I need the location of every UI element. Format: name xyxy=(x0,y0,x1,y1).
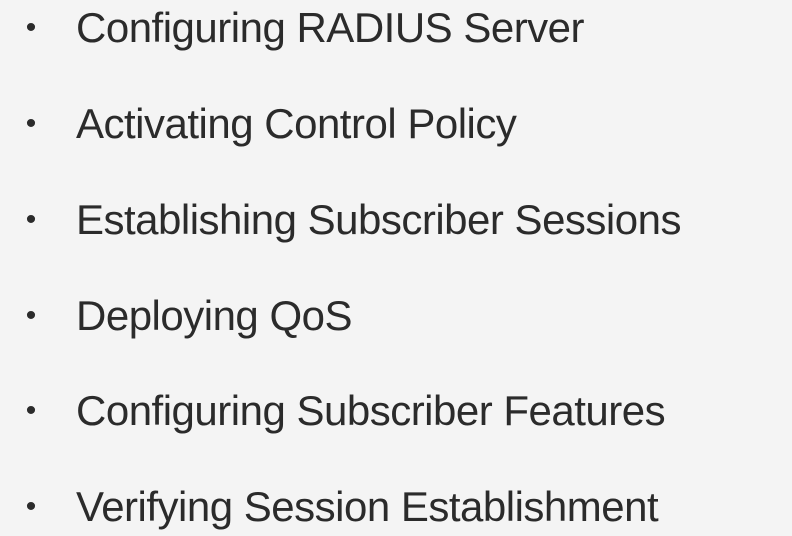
list-item-label: Configuring RADIUS Server xyxy=(76,4,585,51)
bullet-icon: • xyxy=(25,203,37,236)
bullet-icon: • xyxy=(25,107,37,140)
list-item: • Configuring Subscriber Features xyxy=(0,381,792,441)
bullet-icon: • xyxy=(25,299,37,332)
list-item: • Establishing Subscriber Sessions xyxy=(0,190,792,250)
bullet-icon: • xyxy=(25,11,37,44)
list-item-label: Establishing Subscriber Sessions xyxy=(76,196,681,243)
list-item: • Activating Control Policy xyxy=(0,94,792,154)
list-item-label: Verifying Session Establishment xyxy=(76,483,659,530)
list-item: • Verifying Session Establishment xyxy=(0,477,792,536)
slide: • Configuring RADIUS Server • Activating… xyxy=(0,0,792,536)
list-item-label: Configuring Subscriber Features xyxy=(76,387,666,434)
list-item: • Deploying QoS xyxy=(0,286,792,346)
bullet-icon: • xyxy=(25,394,37,427)
list-item: • Configuring RADIUS Server xyxy=(0,0,792,58)
list-item-label: Activating Control Policy xyxy=(76,100,517,147)
bullet-icon: • xyxy=(25,490,37,523)
list-item-label: Deploying QoS xyxy=(76,292,353,339)
